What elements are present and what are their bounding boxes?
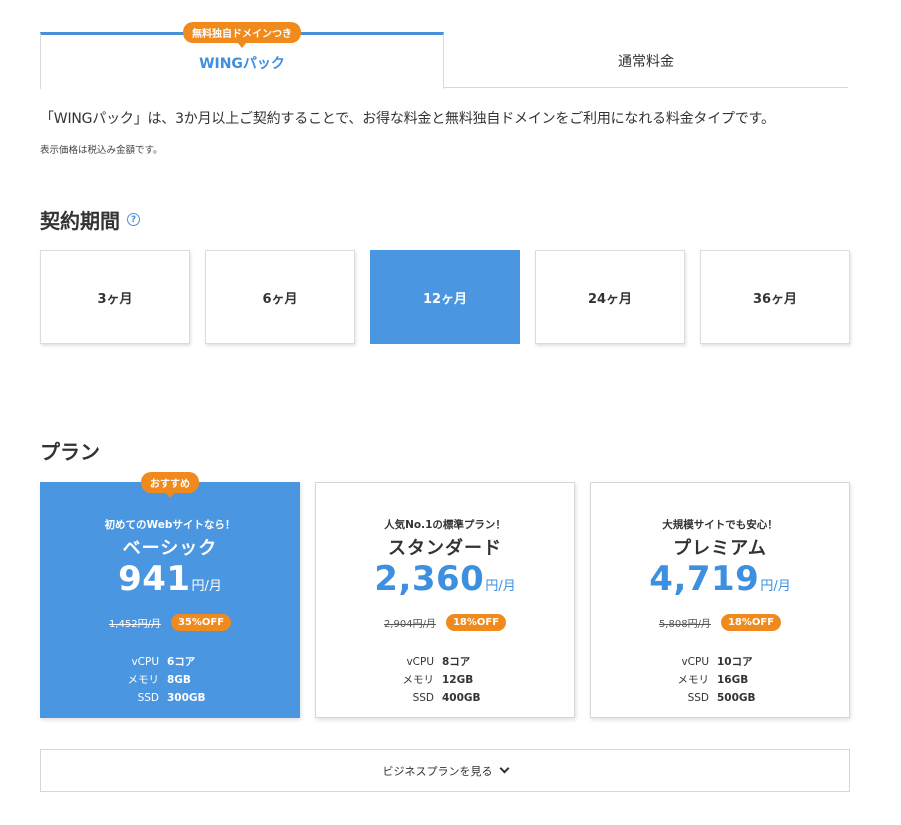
- plan-section-title: プラン: [40, 440, 100, 464]
- spec-label: SSD: [687, 692, 709, 704]
- price-unit: 円/月: [760, 579, 791, 594]
- free-domain-badge: 無料独自ドメインつき: [183, 22, 301, 43]
- price-value: 4,719: [649, 559, 760, 599]
- period-option-36m[interactable]: 36ヶ月: [700, 250, 850, 344]
- plan-discount: 1,452円/月 35%OFF: [41, 614, 299, 631]
- spec-value: 6コア: [167, 656, 196, 668]
- plan-card-standard[interactable]: 人気No.1の標準プラン！ スタンダード 2,360 円/月 2,904円/月 …: [315, 482, 575, 718]
- price-unit: 円/月: [191, 579, 222, 594]
- plan-card-premium[interactable]: 大規模サイトでも安心！ プレミアム 4,719 円/月 5,808円/月 18%…: [590, 482, 850, 718]
- period-option-3m[interactable]: 3ヶ月: [40, 250, 190, 344]
- spec-value: 8コア: [442, 656, 471, 668]
- plan-tagline: 人気No.1の標準プラン！: [384, 519, 506, 531]
- spec-row: SSD 500GB: [591, 689, 849, 707]
- tab-wing-pack-label: WINGパック: [199, 56, 285, 72]
- plan-specs: vCPU 10コア メモリ 16GB SSD 500GB: [591, 653, 849, 707]
- tax-note: 表示価格は税込み金額です。: [40, 145, 163, 156]
- view-business-plans-button[interactable]: ビジネスプランを見る: [40, 749, 850, 792]
- spec-row: vCPU 8コア: [316, 653, 574, 671]
- spec-row: SSD 300GB: [41, 689, 299, 707]
- plan-tagline: 大規模サイトでも安心！: [662, 519, 778, 531]
- spec-row: SSD 400GB: [316, 689, 574, 707]
- plan-discount: 5,808円/月 18%OFF: [591, 614, 849, 631]
- plan-price: 941 円/月: [41, 559, 299, 599]
- period-section-title: 契約期間 ?: [40, 205, 140, 234]
- discount-badge: 35%OFF: [170, 614, 232, 631]
- plan-specs: vCPU 8コア メモリ 12GB SSD 400GB: [316, 653, 574, 707]
- tab-normal-price[interactable]: 通常料金: [444, 32, 848, 88]
- tab-normal-price-label: 通常料金: [618, 54, 674, 70]
- discount-badge: 18%OFF: [445, 614, 507, 631]
- plan-discount: 2,904円/月 18%OFF: [316, 614, 574, 631]
- pricing-tabs: 無料独自ドメインつき WINGパック 通常料金: [40, 22, 848, 89]
- plan-name: ベーシック: [122, 538, 218, 559]
- spec-label: メモリ: [677, 674, 710, 686]
- plan-name: プレミアム: [673, 538, 767, 559]
- spec-label: vCPU: [406, 656, 434, 668]
- period-option-6m[interactable]: 6ヶ月: [205, 250, 355, 344]
- old-price: 1,452円/月: [108, 619, 161, 630]
- spec-label: SSD: [137, 692, 159, 704]
- spec-label: vCPU: [681, 656, 709, 668]
- spec-value: 8GB: [167, 674, 191, 686]
- view-business-plans-label: ビジネスプランを見る: [382, 764, 493, 778]
- price-unit: 円/月: [485, 579, 516, 594]
- plan-price: 2,360 円/月: [316, 559, 574, 599]
- price-value: 941: [118, 559, 191, 599]
- spec-row: vCPU 6コア: [41, 653, 299, 671]
- spec-value: 300GB: [167, 692, 206, 704]
- plan-tagline: 初めてのWebサイトなら！: [104, 519, 236, 531]
- recommended-badge: おすすめ: [141, 472, 199, 493]
- plan-price: 4,719 円/月: [591, 559, 849, 599]
- wing-pack-description: 「WINGパック」は、3か月以上ご契約することで、お得な料金と無料独自ドメインを…: [40, 111, 775, 127]
- spec-label: メモリ: [402, 674, 435, 686]
- period-option-12m[interactable]: 12ヶ月: [370, 250, 520, 344]
- period-option-24m[interactable]: 24ヶ月: [535, 250, 685, 344]
- spec-label: メモリ: [127, 674, 160, 686]
- chevron-down-icon: [499, 763, 509, 774]
- spec-value: 500GB: [717, 692, 756, 704]
- spec-value: 10コア: [717, 656, 753, 668]
- old-price: 2,904円/月: [383, 619, 436, 630]
- spec-value: 400GB: [442, 692, 481, 704]
- spec-value: 16GB: [717, 674, 749, 686]
- plan-card-basic[interactable]: おすすめ 初めてのWebサイトなら！ ベーシック 941 円/月 1,452円/…: [40, 472, 300, 718]
- discount-badge: 18%OFF: [720, 614, 782, 631]
- price-value: 2,360: [374, 559, 485, 599]
- spec-row: メモリ 8GB: [41, 671, 299, 689]
- old-price: 5,808円/月: [658, 619, 711, 630]
- plan-name: スタンダード: [388, 538, 502, 559]
- spec-label: SSD: [412, 692, 434, 704]
- plan-specs: vCPU 6コア メモリ 8GB SSD 300GB: [41, 653, 299, 707]
- spec-row: メモリ 12GB: [316, 671, 574, 689]
- question-circle-icon[interactable]: ?: [127, 213, 140, 226]
- spec-row: vCPU 10コア: [591, 653, 849, 671]
- plan-cards: おすすめ 初めてのWebサイトなら！ ベーシック 941 円/月 1,452円/…: [40, 472, 852, 720]
- tab-wing-pack[interactable]: 無料独自ドメインつき WINGパック: [40, 22, 444, 89]
- spec-row: メモリ 16GB: [591, 671, 849, 689]
- period-options: 3ヶ月 6ヶ月 12ヶ月 24ヶ月 36ヶ月: [40, 250, 850, 344]
- spec-value: 12GB: [442, 674, 474, 686]
- period-title-text: 契約期間: [40, 209, 120, 233]
- spec-label: vCPU: [131, 656, 159, 668]
